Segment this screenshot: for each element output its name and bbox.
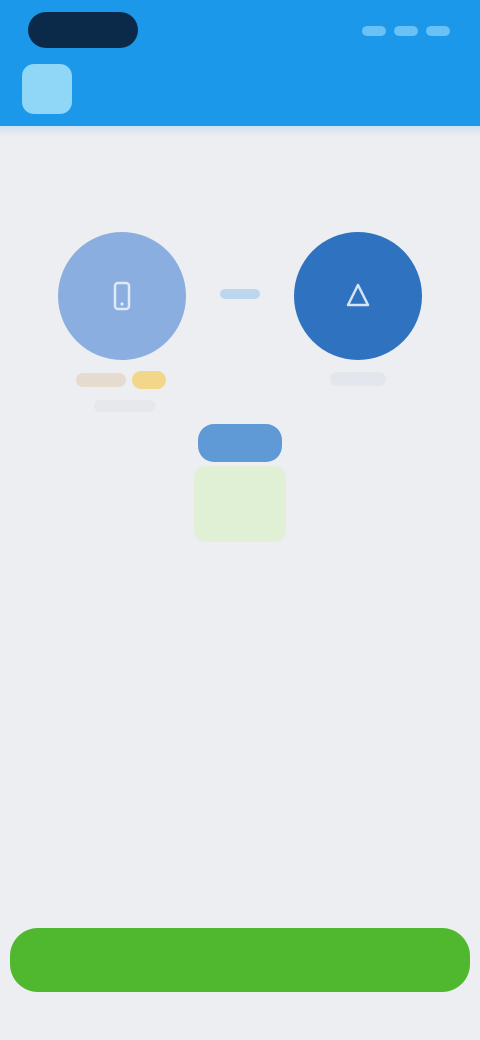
phone-node-badge <box>132 371 166 389</box>
app-header <box>0 0 480 126</box>
device-node <box>294 232 422 360</box>
status-card-header <box>198 424 282 462</box>
phone-node-label <box>76 368 176 392</box>
phone-node-sublabel <box>94 400 156 412</box>
device-icon <box>338 276 378 316</box>
phone-icon <box>102 276 142 316</box>
status-icons <box>362 20 450 42</box>
status-time <box>28 12 138 48</box>
wifi-icon <box>394 26 418 36</box>
page-title <box>120 70 370 102</box>
app-screen <box>0 0 480 1040</box>
device-node-label <box>330 372 386 386</box>
battery-icon <box>426 26 450 36</box>
phone-node <box>58 232 186 360</box>
status-card-body <box>194 466 286 542</box>
primary-action-button[interactable] <box>10 928 470 992</box>
header-shadow <box>0 126 480 136</box>
phone-node-label-text <box>76 373 126 387</box>
signal-icon <box>362 26 386 36</box>
connection-link <box>220 289 260 299</box>
app-icon[interactable] <box>22 64 72 114</box>
